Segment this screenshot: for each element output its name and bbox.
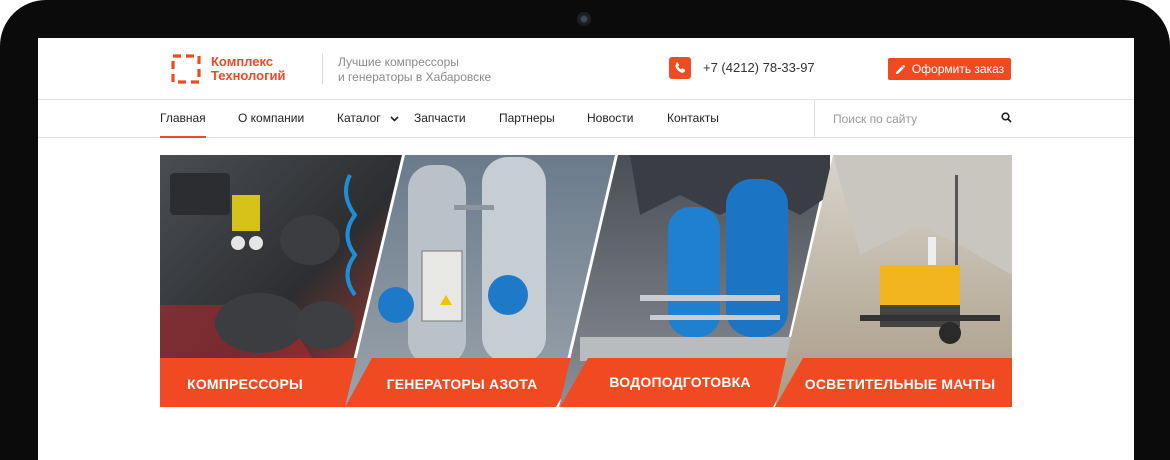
nav-item-about[interactable]: О компании — [238, 100, 304, 137]
search-icon[interactable] — [1001, 112, 1012, 123]
brand-name[interactable]: Комплекс Технологий — [211, 55, 285, 83]
nav-item-home[interactable]: Главная — [160, 100, 206, 138]
logo-icon[interactable] — [171, 54, 201, 84]
nav-item-contacts[interactable]: Контакты — [667, 100, 719, 137]
brand-name-line1: Комплекс — [211, 54, 274, 69]
nav-item-label: О компании — [238, 111, 305, 125]
main-nav: Главная О компании Каталог Запчасти Парт… — [38, 99, 1134, 138]
device-frame: Комплекс Технологий Лучшие компрессоры и… — [0, 0, 1170, 460]
header-divider — [322, 54, 323, 84]
nav-item-catalog[interactable]: Каталог — [337, 100, 399, 137]
search-box — [814, 100, 1134, 137]
tagline-line1: Лучшие компрессоры — [338, 55, 459, 69]
site-header: Комплекс Технологий Лучшие компрессоры и… — [38, 38, 1134, 100]
nav-item-label: Каталог — [337, 111, 381, 125]
nav-item-label: Новости — [587, 111, 634, 125]
nav-item-label: Контакты — [667, 111, 719, 125]
camera-icon — [577, 12, 591, 26]
nav-item-partners[interactable]: Партнеры — [499, 100, 555, 137]
search-input[interactable] — [831, 109, 985, 129]
pencil-icon — [895, 64, 905, 74]
phone-number[interactable]: +7 (4212) 78-33-97 — [703, 60, 815, 75]
brand-name-line2: Технологий — [211, 68, 286, 83]
nav-item-news[interactable]: Новости — [587, 100, 633, 137]
nav-item-label: Главная — [160, 111, 206, 125]
category-banner: КОМПРЕССОРЫ ГЕНЕРАТОРЫ АЗОТА ВОДОПОДГОТО… — [160, 155, 1012, 407]
tagline-line2: и генераторы в Хабаровске — [338, 70, 492, 84]
category-label-lighting[interactable]: ОСВЕТИТЕЛЬНЫЕ МАЧТЫ — [800, 372, 1000, 396]
nav-item-label: Партнеры — [499, 111, 555, 125]
order-button-label: Оформить заказ — [911, 62, 1005, 76]
category-label-compressors[interactable]: КОМПРЕССОРЫ — [170, 372, 320, 396]
nav-item-label: Запчасти — [414, 111, 466, 125]
chevron-down-icon — [390, 116, 399, 122]
nav-item-parts[interactable]: Запчасти — [414, 100, 466, 137]
browser-viewport: Комплекс Технологий Лучшие компрессоры и… — [38, 38, 1134, 460]
order-button[interactable]: Оформить заказ — [888, 58, 1011, 80]
category-label-water[interactable]: ВОДОПОДГОТОВКА — [590, 370, 770, 394]
phone-icon[interactable] — [669, 57, 691, 79]
category-tiles — [160, 155, 1012, 407]
brand-tagline: Лучшие компрессоры и генераторы в Хабаро… — [338, 55, 491, 85]
category-label-nitrogen[interactable]: ГЕНЕРАТОРЫ АЗОТА — [372, 372, 552, 396]
